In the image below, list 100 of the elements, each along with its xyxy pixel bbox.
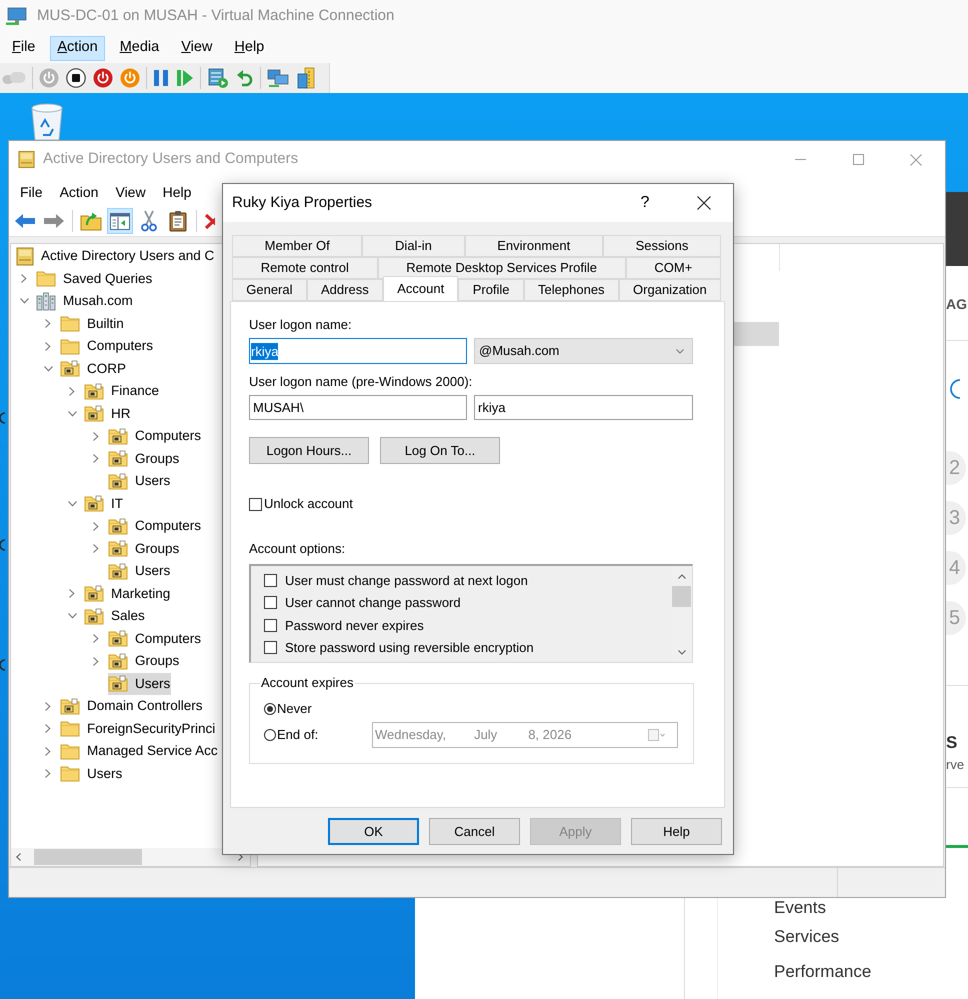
tab[interactable]: Environment (464, 235, 603, 257)
chevron-down-icon[interactable] (676, 348, 684, 354)
chevron-right-icon[interactable] (93, 432, 99, 441)
menu-item[interactable]: File (20, 182, 43, 202)
tree-item[interactable]: Computers (108, 628, 202, 650)
chevron-right-icon[interactable] (45, 319, 51, 328)
clipboard-icon[interactable] (169, 210, 187, 232)
dialog-button[interactable]: OK (328, 818, 419, 845)
tab[interactable]: Telephones (524, 279, 619, 301)
chevron-up-icon[interactable] (678, 574, 686, 578)
chevron-right-icon[interactable] (69, 386, 75, 396)
tree-item[interactable]: Builtin (60, 312, 125, 335)
tree-item[interactable]: Users (60, 762, 124, 785)
chevron-down-icon[interactable] (68, 613, 76, 620)
pause-icon[interactable] (153, 69, 169, 87)
x-mark-icon[interactable] (205, 212, 215, 230)
tab[interactable]: Address (306, 279, 383, 301)
scrollbar-thumb[interactable] (34, 849, 142, 865)
dialog-button[interactable]: Help (631, 818, 722, 845)
tab[interactable]: Remote control (232, 257, 378, 279)
chevron-right-icon[interactable] (93, 544, 99, 554)
server-icon[interactable] (207, 67, 229, 89)
close-icon[interactable] (697, 196, 711, 210)
checkbox[interactable] (264, 618, 277, 632)
tab[interactable]: Sessions (602, 235, 722, 257)
chevron-down-icon[interactable] (44, 366, 52, 372)
nav-link[interactable]: Events (774, 898, 872, 918)
tab[interactable]: Member Of (232, 235, 362, 257)
chevron-right-icon[interactable] (45, 342, 51, 351)
dialog-button[interactable]: Cancel (429, 818, 520, 845)
menu-item[interactable]: Media (112, 36, 166, 60)
tree-item[interactable]: Sales (84, 605, 146, 628)
scrollbar-thumb[interactable] (672, 586, 691, 607)
chevron-right-icon[interactable] (93, 454, 99, 464)
menu-item[interactable]: Help (227, 36, 272, 60)
selected-row[interactable] (733, 322, 779, 346)
tree-item[interactable]: Marketing (84, 582, 172, 605)
radio-button[interactable] (264, 729, 276, 741)
folder-arrow-icon[interactable] (80, 211, 102, 231)
radio-button[interactable] (264, 703, 276, 715)
chevron-right-icon[interactable] (93, 634, 99, 644)
tab[interactable]: Remote Desktop Services Profile (378, 257, 626, 279)
tree-item[interactable]: Domain Controllers (60, 695, 204, 718)
undo-arrow-icon[interactable] (236, 68, 254, 88)
tree-item[interactable]: Groups (108, 650, 180, 672)
input-field[interactable]: MUSAH\ (249, 395, 467, 420)
chevron-right-icon[interactable] (21, 274, 27, 284)
tree-item[interactable]: Users (108, 560, 172, 582)
blocks-icon[interactable] (296, 67, 316, 89)
menu-item[interactable]: Action (50, 36, 105, 60)
tree-item[interactable]: Active Directory Users and C (16, 245, 216, 268)
maximize-icon[interactable] (852, 154, 864, 165)
tree-item[interactable]: IT (84, 492, 124, 515)
toolbar-button[interactable] (107, 208, 133, 234)
checkbox[interactable] (264, 641, 277, 654)
tree-item[interactable]: Computers (108, 515, 202, 538)
chevron-down-icon[interactable] (68, 410, 76, 417)
tree-item[interactable]: Saved Queries (36, 268, 154, 290)
checkbox[interactable] (249, 498, 262, 510)
tree-item[interactable]: HR (84, 402, 132, 425)
tab[interactable]: Profile (458, 279, 524, 301)
help-button[interactable]: ? (637, 192, 653, 214)
chevron-right-icon[interactable] (93, 656, 99, 666)
chevron-right-icon[interactable] (45, 702, 51, 711)
menu-item[interactable]: View (174, 36, 220, 60)
input-field[interactable]: rkiya (474, 395, 693, 420)
checkbox[interactable] (264, 574, 277, 587)
chevron-left-icon[interactable] (16, 853, 21, 861)
tree-item[interactable]: Computers (108, 425, 202, 448)
input-field[interactable]: rkiya (249, 338, 467, 364)
checkbox[interactable] (264, 596, 277, 610)
tab[interactable]: General (232, 279, 307, 301)
chevron-right-icon[interactable] (45, 769, 51, 778)
play-icon[interactable] (176, 69, 194, 87)
window-panes-icon[interactable] (110, 212, 130, 230)
tab[interactable]: Account (382, 276, 458, 301)
tab[interactable]: Organization (618, 279, 722, 301)
chevron-right-icon[interactable] (45, 724, 51, 734)
power-icon[interactable] (120, 68, 140, 88)
chevron-right-icon[interactable] (93, 522, 99, 531)
stop-icon[interactable] (66, 68, 86, 88)
action-button[interactable]: Log On To... (380, 437, 500, 464)
menu-item[interactable]: File (5, 36, 42, 60)
nav-link[interactable]: Services (774, 927, 872, 947)
menu-item[interactable]: Action (60, 182, 98, 202)
tree-item[interactable]: Musah.com (36, 290, 134, 312)
tree-item[interactable]: Managed Service Acc (60, 740, 219, 762)
tree-item[interactable]: Finance (84, 380, 160, 402)
chevron-right-icon[interactable] (238, 853, 243, 861)
tree-item[interactable]: CORP (60, 358, 128, 380)
tree-item[interactable]: Users (108, 470, 172, 492)
menu-item[interactable]: View (115, 182, 146, 202)
arrow-left-icon[interactable] (14, 213, 36, 229)
scissors-icon[interactable] (140, 210, 158, 232)
power-icon[interactable] (93, 68, 113, 88)
tree-item[interactable]: Computers (60, 335, 154, 358)
tab[interactable]: COM+ (626, 257, 721, 279)
chevron-down-icon[interactable] (20, 298, 28, 304)
menu-item[interactable]: Help (162, 182, 192, 202)
tab[interactable]: Dial-in (362, 235, 465, 257)
